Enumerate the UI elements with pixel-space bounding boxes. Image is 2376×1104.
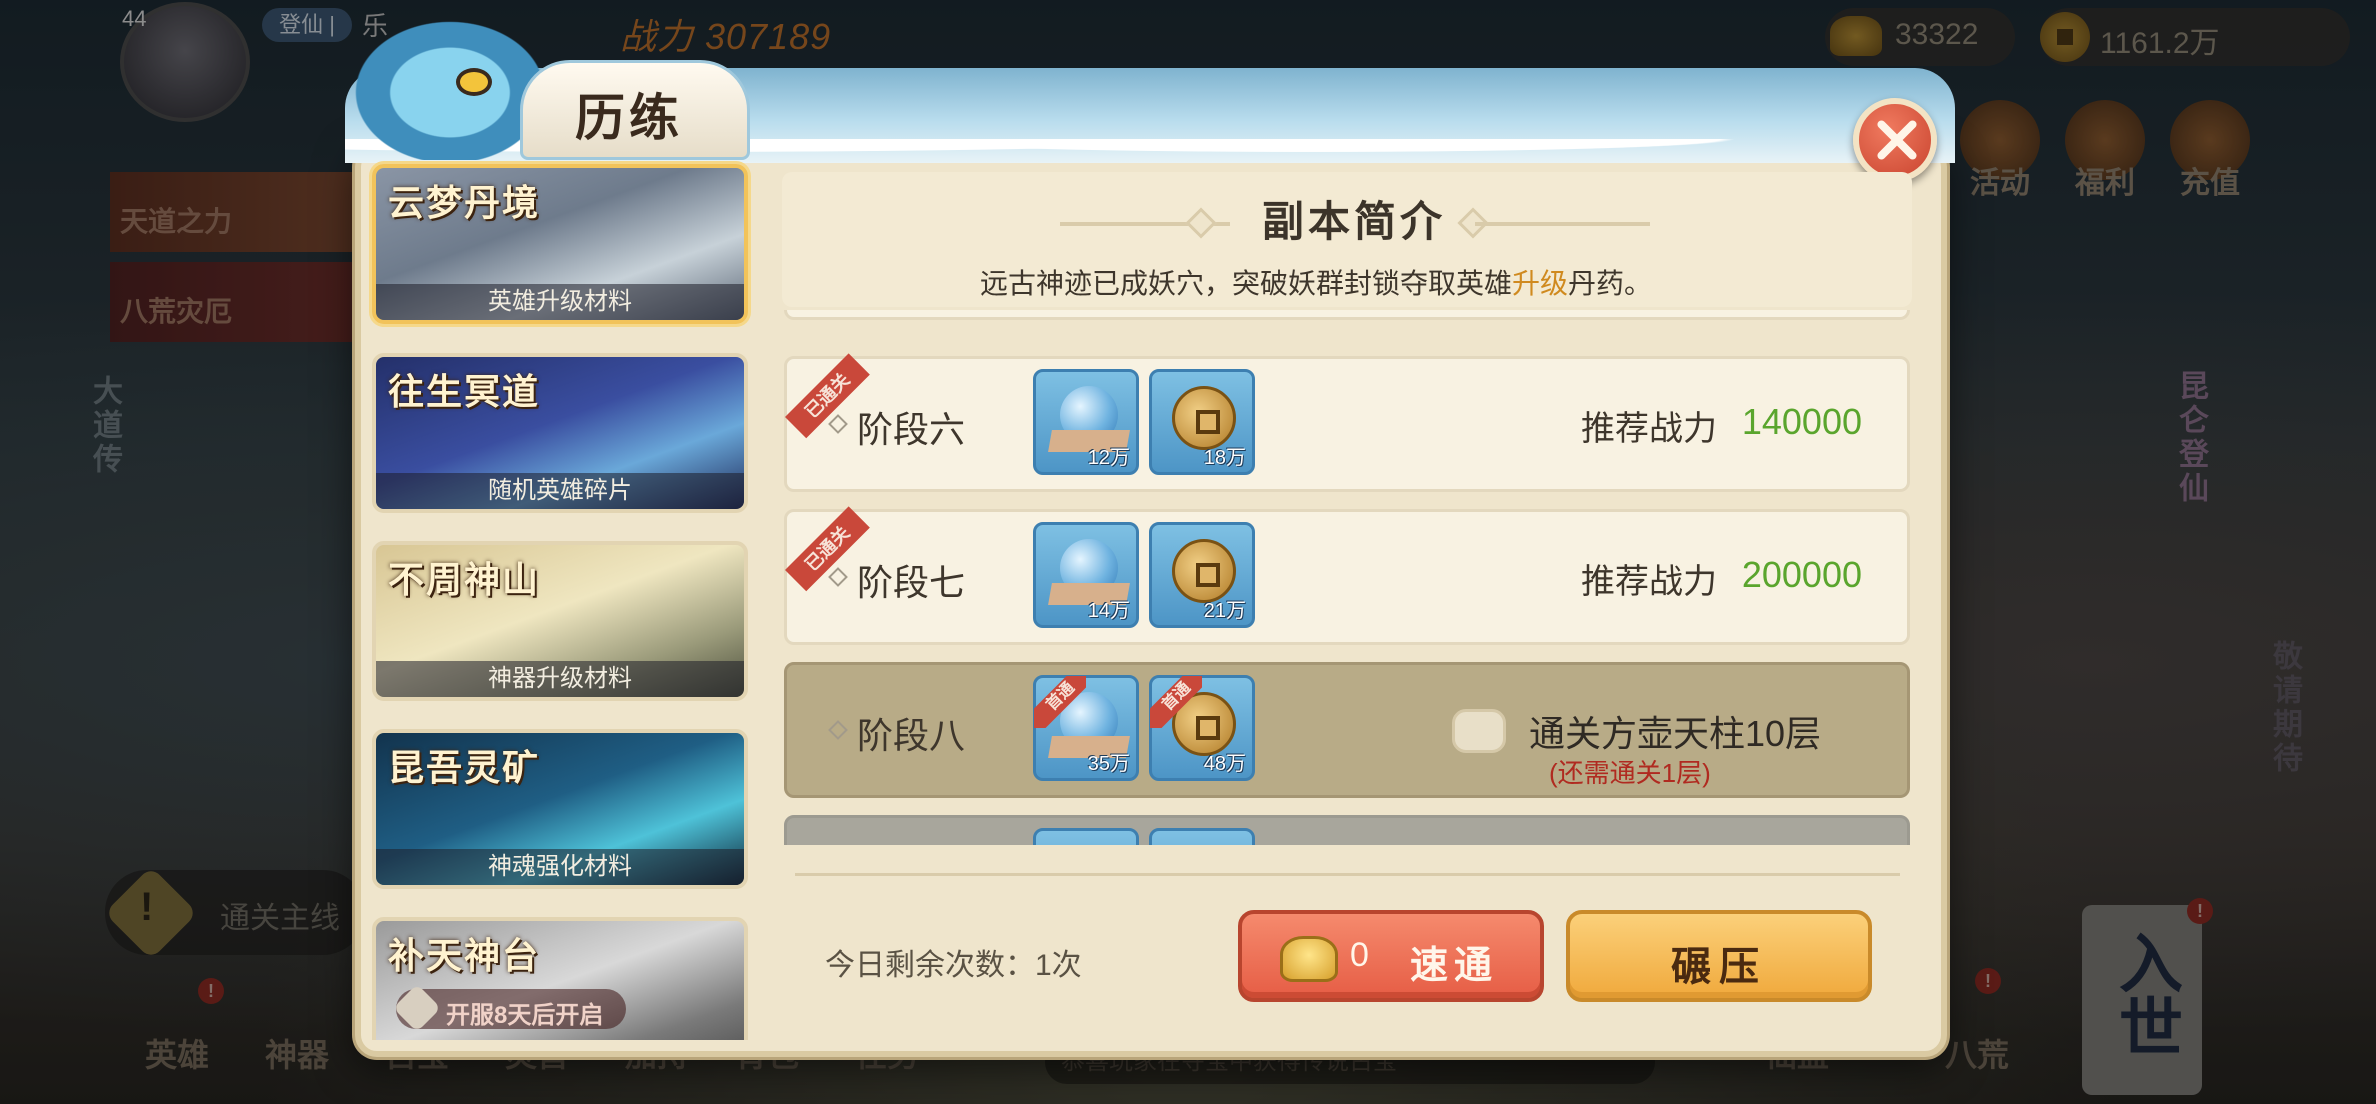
item-quantity: 14万 <box>1087 600 1130 622</box>
footer-divider <box>795 873 1900 876</box>
item-quantity: 12万 <box>1087 447 1130 469</box>
reward-item[interactable]: 首通 35万 <box>1033 675 1139 781</box>
whale-mascot-icon <box>340 10 540 160</box>
reward-item[interactable]: 首通 48万 <box>1149 675 1255 781</box>
sweep-label: 速通 <box>1410 945 1499 987</box>
intro-desc-before: 远古神迹已成妖穴，突破妖群封锁夺取英雄 <box>980 268 1513 299</box>
reward-item[interactable]: 18万 <box>1149 369 1255 475</box>
category-butian[interactable]: 补天神台 开服8天后开启 <box>372 917 748 1040</box>
stage-row-locked[interactable] <box>784 815 1910 845</box>
stage-row-partial[interactable] <box>784 310 1910 320</box>
lock-icon <box>1452 709 1506 753</box>
category-buzhou[interactable]: 不周神山 神器升级材料 <box>372 541 748 701</box>
stage-row-current[interactable]: 阶段八 首通 35万 首通 48万 通关方壶天柱10层 (还需通关1层) <box>784 662 1910 798</box>
crush-label: 碾压 <box>1671 945 1767 989</box>
intro-desc-highlight: 升级 <box>1512 268 1569 299</box>
category-name: 往生冥道 <box>388 371 541 413</box>
recommended-power-label: 推荐战力 <box>1581 410 1717 448</box>
gold-ingot-icon <box>1280 936 1338 982</box>
first-clear-label: 首通 <box>1150 676 1202 728</box>
category-name: 补天神台 <box>388 935 541 977</box>
stage-name: 阶段六 <box>857 409 966 450</box>
reward-item[interactable] <box>1033 828 1139 845</box>
first-clear-label: 首通 <box>1034 676 1086 728</box>
category-name: 不周神山 <box>388 559 541 601</box>
category-yunmeng[interactable]: 云梦丹境 英雄升级材料 <box>372 164 748 324</box>
close-button[interactable] <box>1853 98 1937 182</box>
category-name: 昆吾灵矿 <box>388 747 541 789</box>
intro-description: 远古神迹已成妖穴，突破妖群封锁夺取英雄升级丹药。 <box>980 262 1652 302</box>
title-divider-right <box>1475 222 1650 226</box>
unlock-requirement: 通关方壶天柱10层 <box>1529 713 1822 754</box>
recommended-power-label: 推荐战力 <box>1581 563 1717 601</box>
item-quantity: 48万 <box>1203 753 1246 775</box>
stage-name: 阶段八 <box>857 715 966 756</box>
sweep-button[interactable]: 0 速通 <box>1238 910 1544 1002</box>
item-quantity: 35万 <box>1087 753 1130 775</box>
reward-item[interactable]: 12万 <box>1033 369 1139 475</box>
diamond-bullet-icon <box>828 567 848 587</box>
unlock-condition: 开服8天后开启 <box>446 1002 604 1029</box>
reward-item[interactable] <box>1149 828 1255 845</box>
category-name: 云梦丹境 <box>388 182 541 224</box>
stage-name: 阶段七 <box>857 562 966 603</box>
diamond-bullet-icon <box>828 414 848 434</box>
first-clear-tag: 首通 <box>1150 676 1202 728</box>
reward-item[interactable]: 21万 <box>1149 522 1255 628</box>
modal-title: 历练 <box>575 88 683 147</box>
first-clear-tag: 首通 <box>1034 676 1086 728</box>
reward-item[interactable]: 14万 <box>1033 522 1139 628</box>
unlock-requirement-remaining: (还需通关1层) <box>1549 758 1711 788</box>
diamond-bullet-icon <box>828 720 848 740</box>
intro-desc-after: 丹药。 <box>1568 268 1653 299</box>
item-quantity: 21万 <box>1203 600 1246 622</box>
dungeon-category-list[interactable]: 云梦丹境 英雄升级材料 往生冥道 随机英雄碎片 不周神山 神器升级材料 昆吾灵矿… <box>368 158 770 1040</box>
item-quantity: 18万 <box>1203 447 1246 469</box>
category-desc: 英雄升级材料 <box>376 284 744 320</box>
stage-row[interactable]: 已通关 阶段六 12万 18万 推荐战力 140000 <box>784 353 1910 492</box>
stage-row[interactable]: 已通关 阶段七 14万 21万 推荐战力 200000 <box>784 506 1910 645</box>
sweep-cost: 0 <box>1350 936 1369 974</box>
recommended-power-value: 200000 <box>1741 554 1862 595</box>
category-desc: 随机英雄碎片 <box>376 473 744 509</box>
category-kunwu[interactable]: 昆吾灵矿 神魂强化材料 <box>372 729 748 889</box>
stage-list[interactable]: 已通关 阶段六 12万 18万 推荐战力 140000 已通关 阶段七 14万 … <box>782 310 1912 845</box>
category-desc: 神器升级材料 <box>376 661 744 697</box>
category-desc: 神魂强化材料 <box>376 849 744 885</box>
intro-title: 副本简介 <box>1262 197 1447 246</box>
crush-button[interactable]: 碾压 <box>1566 910 1872 1002</box>
category-wangsheng[interactable]: 往生冥道 随机英雄碎片 <box>372 353 748 513</box>
recommended-power-value: 140000 <box>1741 401 1862 442</box>
remaining-attempts: 今日剩余次数：1次 <box>825 949 1082 982</box>
